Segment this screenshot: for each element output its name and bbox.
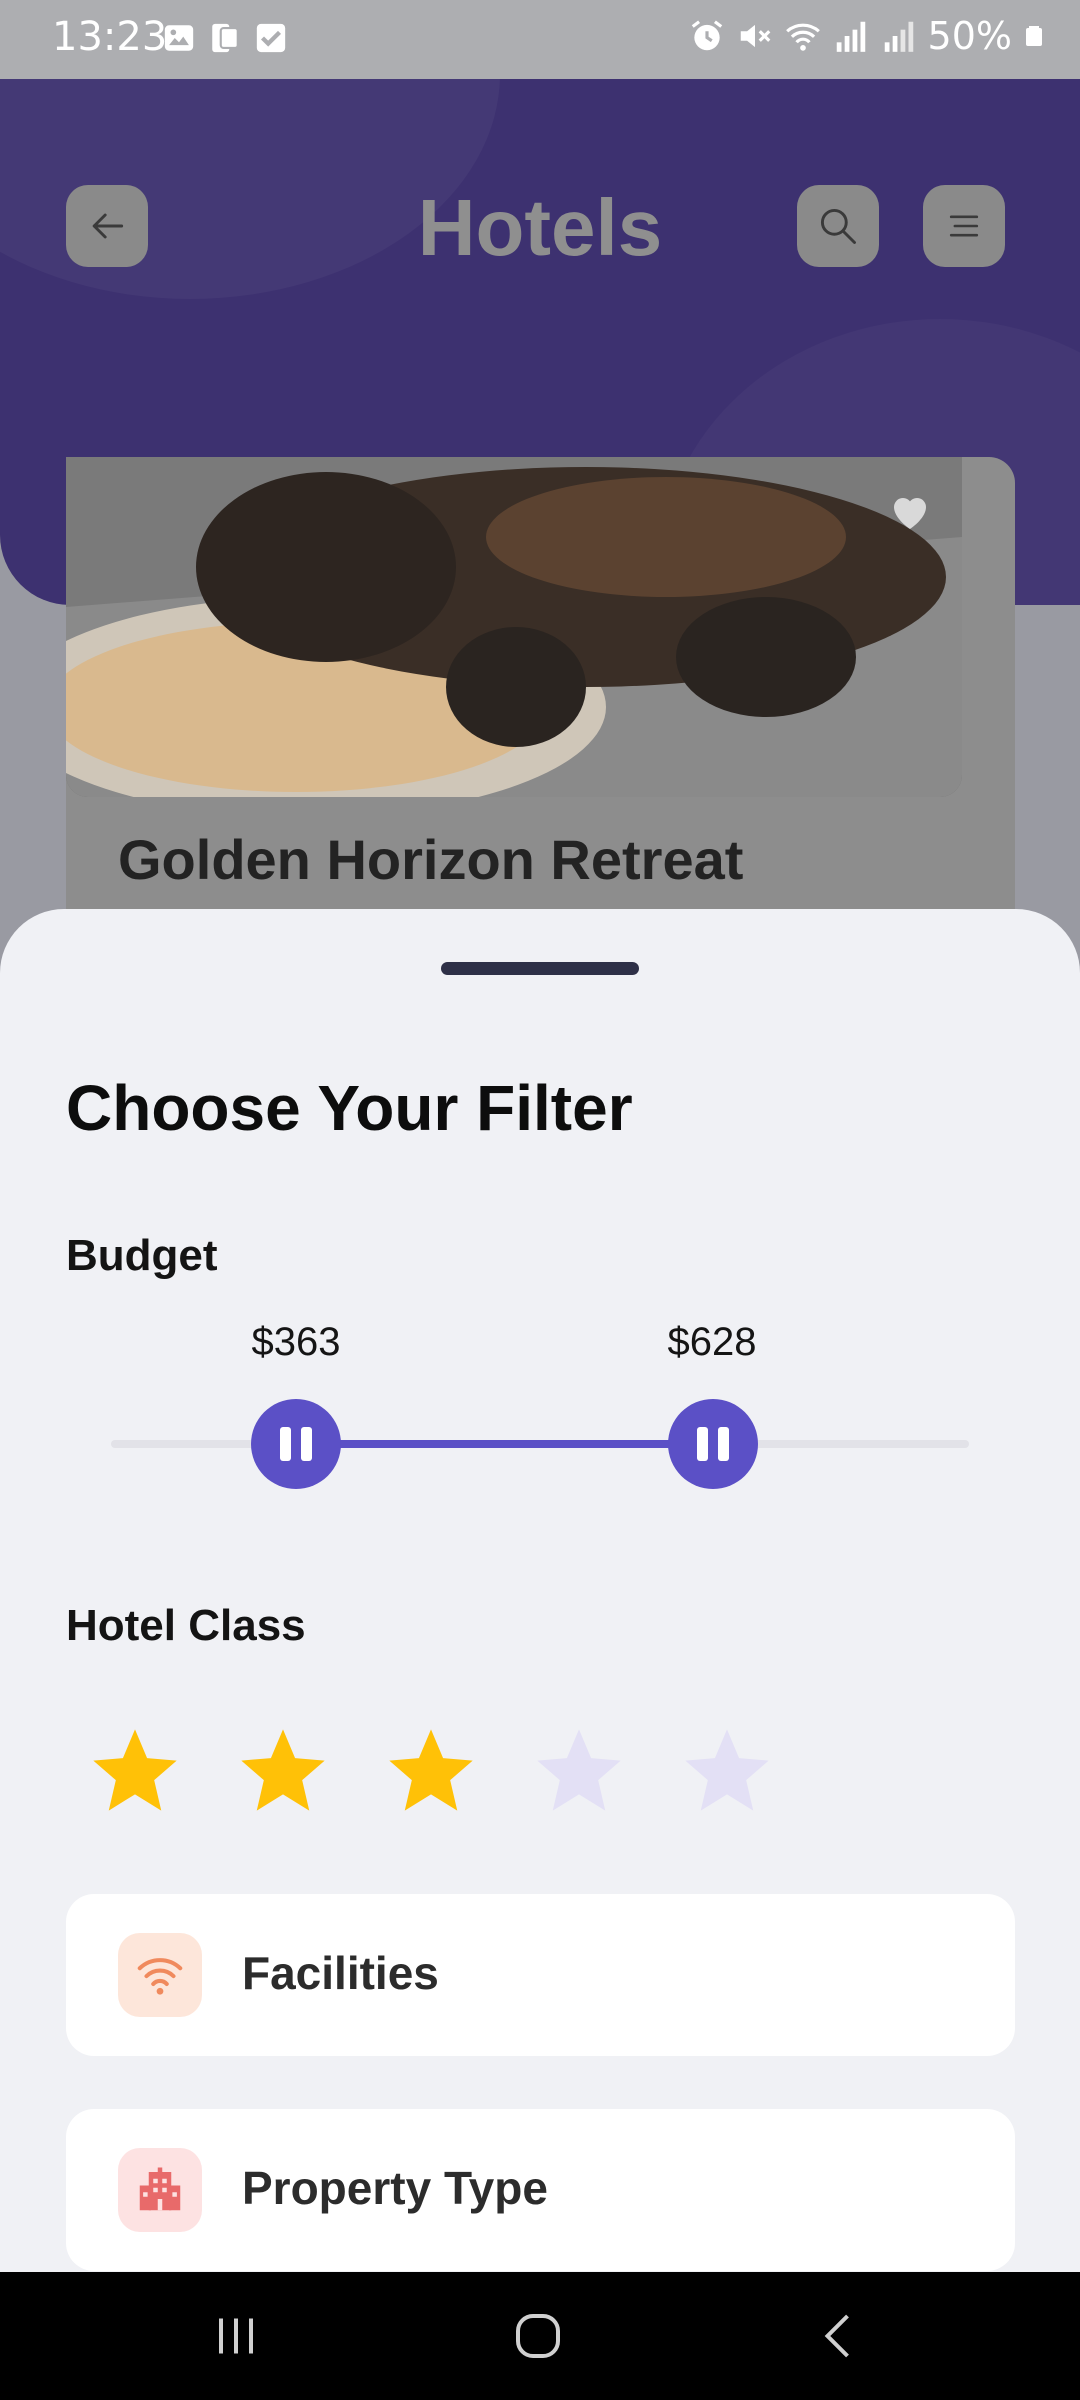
search-icon <box>820 208 856 244</box>
wifi-icon <box>137 1958 183 1995</box>
battery-level: 50% <box>927 14 1012 58</box>
status-notification-icons <box>162 20 288 56</box>
gallery-icon <box>164 25 194 51</box>
hotel-name: Golden Horizon Retreat <box>118 828 744 891</box>
property-type-option[interactable]: Property Type <box>66 2109 1015 2271</box>
check-icon <box>256 23 286 53</box>
signal-icon <box>884 21 913 52</box>
property-type-icon-badge <box>118 2148 202 2232</box>
budget-min-thumb[interactable] <box>251 1399 342 1489</box>
star-filled-icon[interactable] <box>380 1721 482 1821</box>
hotel-class-label: Hotel Class <box>66 1601 306 1650</box>
battery-icon <box>1026 26 1042 46</box>
menu-button[interactable] <box>923 185 1005 267</box>
nav-back-button[interactable] <box>810 2306 870 2366</box>
star-filled-icon[interactable] <box>84 1721 186 1821</box>
drag-handle[interactable] <box>441 962 639 975</box>
budget-min-value: $363 <box>251 1320 341 1364</box>
facilities-label: Facilities <box>242 1947 439 1999</box>
heart-icon[interactable] <box>886 487 934 535</box>
system-nav-bar <box>0 2272 1080 2400</box>
star-empty-icon[interactable] <box>676 1721 778 1821</box>
home-button[interactable] <box>508 2306 568 2366</box>
budget-slider-range <box>296 1440 714 1448</box>
screen-icon <box>212 23 239 53</box>
hotel-image <box>66 457 962 797</box>
status-bar: 13:23 50% <box>0 0 1080 79</box>
budget-label: Budget <box>66 1231 218 1280</box>
status-system-icons: 50% <box>688 14 1046 58</box>
star-filled-icon[interactable] <box>232 1721 334 1821</box>
home-icon <box>516 2314 560 2358</box>
facilities-icon-badge <box>118 1933 202 2017</box>
wifi-icon <box>785 23 820 51</box>
sheet-title: Choose Your Filter <box>66 1072 633 1144</box>
property-type-label: Property Type <box>242 2162 548 2214</box>
facilities-option[interactable]: Facilities <box>66 1894 1015 2056</box>
menu-icon <box>949 215 979 237</box>
signal-icon <box>836 21 865 52</box>
mute-icon <box>740 24 770 48</box>
page-title: Hotels <box>417 183 663 272</box>
star-empty-icon[interactable] <box>528 1721 630 1821</box>
budget-max-thumb[interactable] <box>668 1399 759 1489</box>
status-time: 13:23 <box>52 14 168 60</box>
alarm-icon <box>691 20 722 51</box>
recent-apps-button[interactable] <box>206 2306 266 2366</box>
filter-bottom-sheet: Choose Your Filter Budget $363 $628 Hote… <box>0 909 1080 2272</box>
budget-max-value: $628 <box>667 1320 757 1364</box>
building-icon <box>139 2167 181 2211</box>
hotel-class-rating <box>84 1721 778 1821</box>
search-button[interactable] <box>797 185 879 267</box>
back-icon <box>824 2314 849 2358</box>
recent-apps-icon <box>219 2318 253 2354</box>
